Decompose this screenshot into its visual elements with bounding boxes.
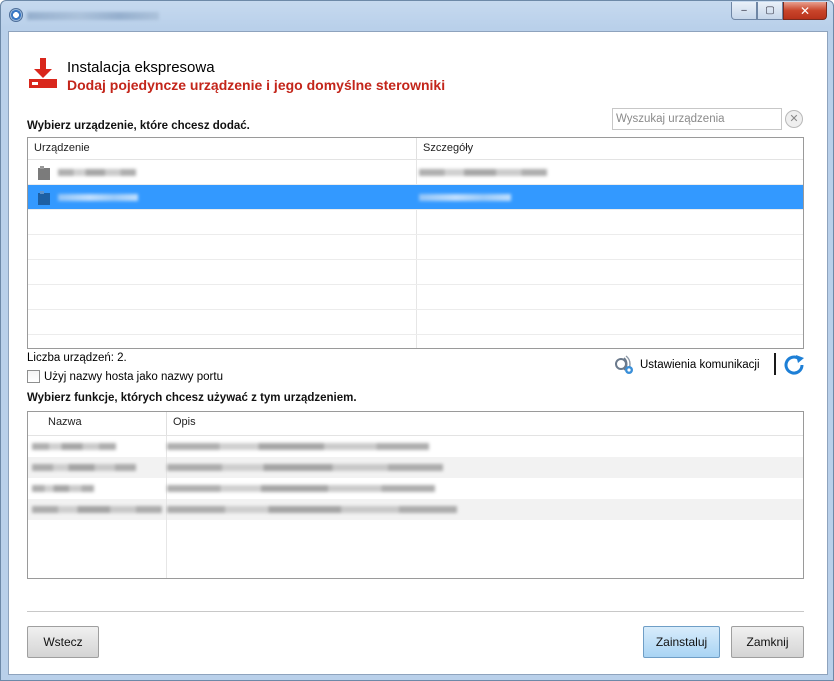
back-button[interactable]: Wstecz bbox=[27, 626, 99, 658]
download-device-icon bbox=[29, 58, 57, 88]
title-bar[interactable]: ‒ ▢ ✕ bbox=[1, 1, 833, 29]
communication-settings-link[interactable]: Ustawienia komunikacji bbox=[613, 354, 760, 376]
devices-table-header: Urządzenie Szczegóły bbox=[28, 138, 803, 160]
app-icon bbox=[9, 8, 23, 22]
search-input[interactable]: Wyszukaj urządzenia bbox=[612, 108, 782, 130]
toolbar-separator bbox=[774, 353, 776, 375]
dialog-body: Instalacja ekspresowa Dodaj pojedyncze u… bbox=[8, 31, 828, 675]
close-window-button[interactable]: ✕ bbox=[783, 2, 827, 20]
functions-table-header: Nazwa Opis bbox=[28, 412, 803, 436]
function-row[interactable] bbox=[28, 478, 803, 499]
devices-section-label: Wybierz urządzenie, które chcesz dodać. bbox=[27, 120, 250, 132]
column-header-name[interactable]: Nazwa bbox=[28, 412, 167, 435]
window-title-redacted bbox=[27, 12, 159, 20]
functions-section-label: Wybierz funkcje, których chcesz używać z… bbox=[27, 392, 357, 404]
device-row-selected[interactable] bbox=[28, 185, 803, 210]
device-details-redacted bbox=[419, 169, 547, 176]
empty-row bbox=[28, 541, 803, 562]
use-hostname-checkbox[interactable] bbox=[27, 370, 40, 383]
column-header-details[interactable]: Szczegóły bbox=[417, 138, 803, 159]
communication-settings-label[interactable]: Ustawienia komunikacji bbox=[640, 359, 760, 371]
function-desc-redacted bbox=[167, 506, 457, 513]
function-row[interactable] bbox=[28, 436, 803, 457]
device-row[interactable] bbox=[28, 160, 803, 185]
empty-row bbox=[28, 285, 803, 310]
empty-row bbox=[28, 210, 803, 235]
function-name-redacted bbox=[32, 485, 94, 492]
device-name-redacted bbox=[58, 169, 136, 176]
window-controls: ‒ ▢ ✕ bbox=[731, 2, 827, 20]
empty-row bbox=[28, 310, 803, 335]
empty-row bbox=[28, 260, 803, 285]
empty-row bbox=[28, 562, 803, 578]
function-row[interactable] bbox=[28, 499, 803, 520]
device-count: Liczba urządzeń: 2. bbox=[27, 352, 127, 364]
function-desc-redacted bbox=[167, 443, 429, 450]
minimize-button[interactable]: ‒ bbox=[731, 2, 757, 20]
column-header-device[interactable]: Urządzenie bbox=[28, 138, 417, 159]
page-subtitle: Dodaj pojedyncze urządzenie i jego domyś… bbox=[67, 77, 446, 93]
installer-window: ‒ ▢ ✕ Instalacja ekspresowa Dodaj pojedy… bbox=[0, 0, 834, 681]
footer-divider bbox=[27, 611, 804, 612]
use-hostname-option[interactable]: Użyj nazwy hosta jako nazwy portu bbox=[27, 370, 223, 383]
refresh-icon[interactable] bbox=[782, 353, 806, 377]
device-name-redacted bbox=[58, 194, 138, 201]
printer-icon bbox=[38, 191, 50, 205]
empty-row bbox=[28, 335, 803, 348]
printer-icon bbox=[38, 166, 50, 180]
function-name-redacted bbox=[32, 464, 136, 471]
devices-table[interactable]: Urządzenie Szczegóły bbox=[27, 137, 804, 349]
function-desc-redacted bbox=[167, 464, 443, 471]
use-hostname-label[interactable]: Użyj nazwy hosta jako nazwy portu bbox=[44, 371, 223, 383]
clear-search-icon[interactable]: ✕ bbox=[785, 110, 803, 128]
function-name-redacted bbox=[32, 443, 116, 450]
install-button[interactable]: Zainstaluj bbox=[643, 626, 720, 658]
functions-table[interactable]: Nazwa Opis bbox=[27, 411, 804, 579]
maximize-button[interactable]: ▢ bbox=[757, 2, 783, 20]
empty-row bbox=[28, 520, 803, 541]
function-name-redacted bbox=[32, 506, 162, 513]
close-button[interactable]: Zamknij bbox=[731, 626, 804, 658]
empty-row bbox=[28, 235, 803, 260]
function-row[interactable] bbox=[28, 457, 803, 478]
communication-settings-icon bbox=[615, 355, 633, 374]
column-header-description[interactable]: Opis bbox=[167, 412, 803, 435]
function-desc-redacted bbox=[167, 485, 435, 492]
device-details-redacted bbox=[419, 194, 511, 201]
page-title: Instalacja ekspresowa bbox=[67, 59, 215, 76]
